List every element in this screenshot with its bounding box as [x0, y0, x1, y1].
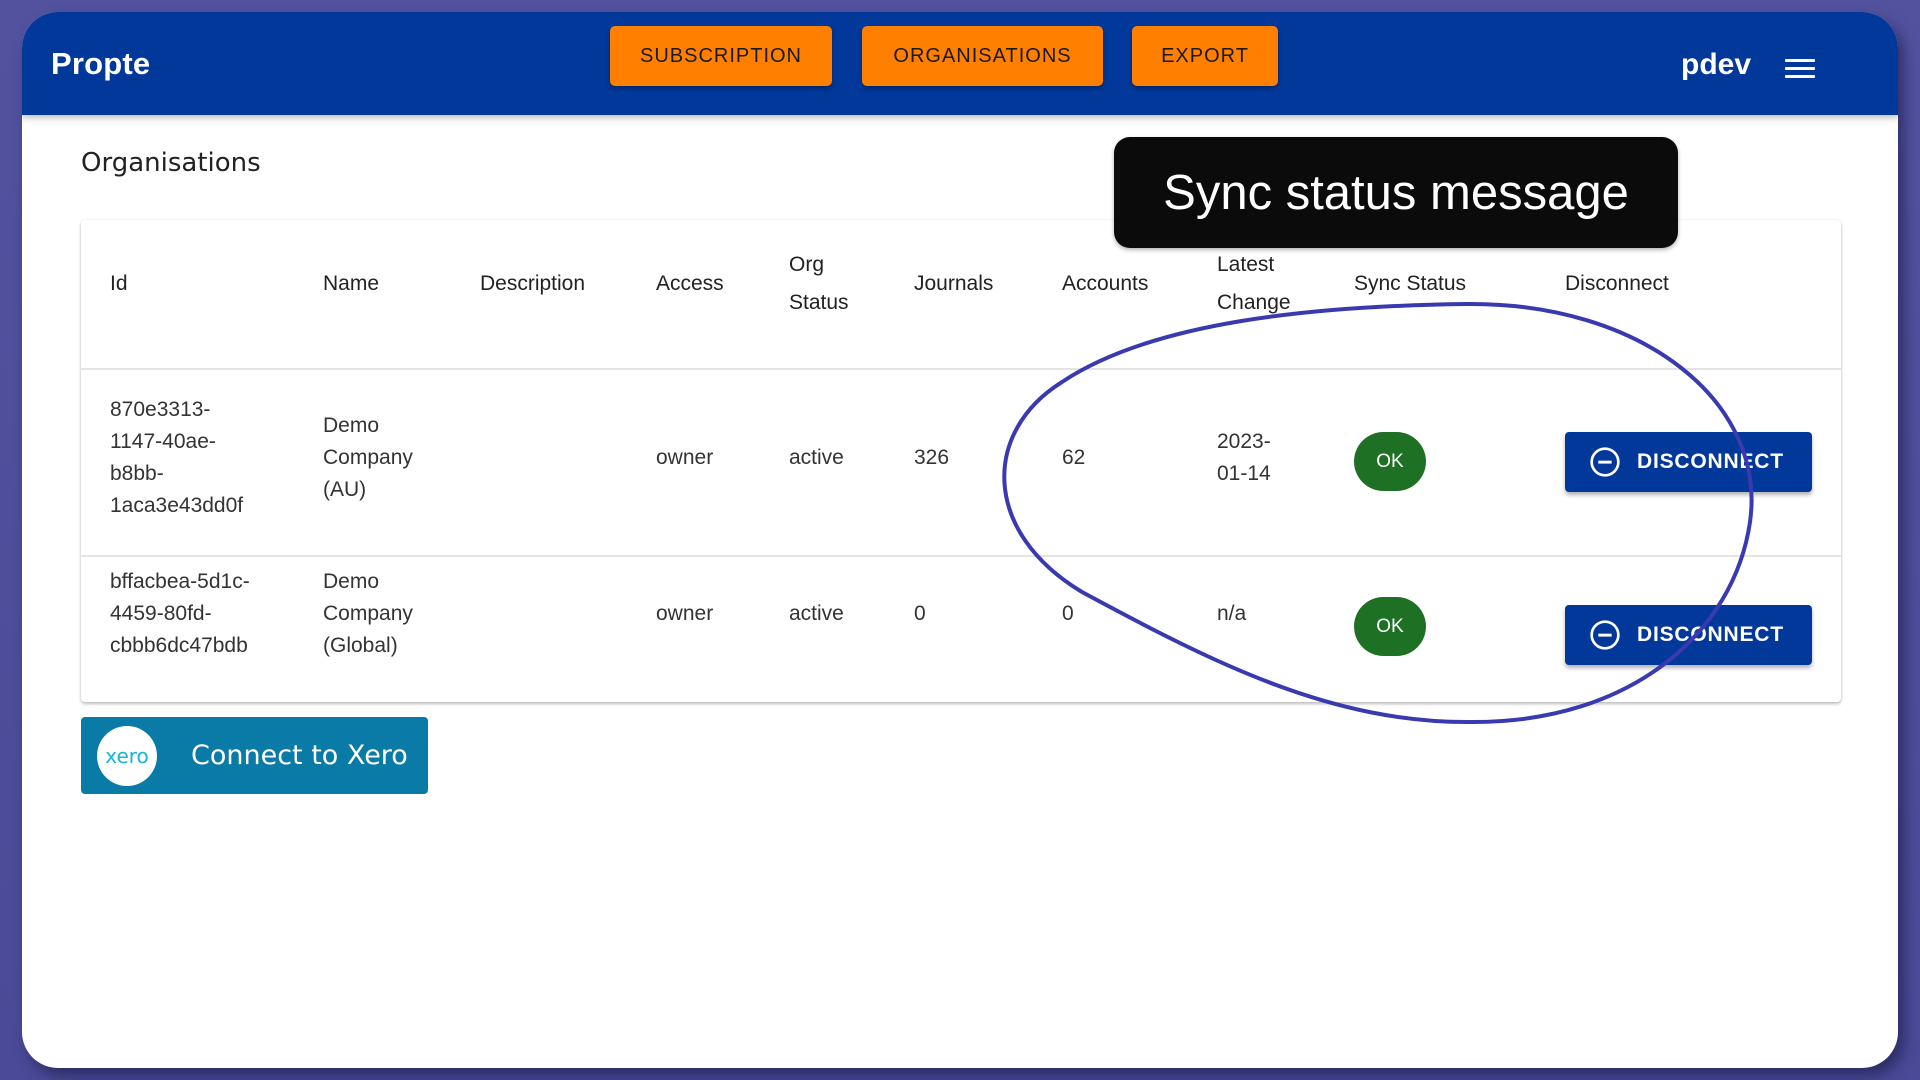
nav-export-button[interactable]: EXPORT [1132, 26, 1278, 86]
page-title: Organisations [81, 148, 261, 178]
cell-org-status: active [789, 602, 844, 625]
cell-name: Demo Company (Global) [323, 566, 413, 662]
disconnect-button[interactable]: DISCONNECT [1565, 605, 1812, 665]
header-name: Name [323, 272, 380, 295]
name-line: Company [323, 602, 413, 625]
id-line: cbbb6dc47bdb [110, 634, 248, 657]
app-window: Propte SUBSCRIPTION ORGANISATIONS EXPORT… [22, 12, 1898, 1068]
header-latest-change-line1: Latest [1217, 253, 1275, 276]
latest-change-line: n/a [1217, 602, 1247, 625]
cell-accounts: 0 [1062, 602, 1074, 625]
nav-subscription-button[interactable]: SUBSCRIPTION [610, 26, 832, 86]
organisations-table: Id Name Description Access Org Status Jo… [81, 220, 1841, 702]
cell-name: Demo Company (AU) [323, 410, 413, 506]
cell-access: owner [656, 446, 714, 469]
header-accounts: Accounts [1062, 272, 1149, 295]
hamburger-menu-icon[interactable] [1785, 59, 1815, 79]
header-latest-change-line2: Change [1217, 291, 1291, 314]
name-line: Demo [323, 570, 380, 593]
sync-status-tooltip: Sync status message [1114, 137, 1678, 248]
header-latest-change: Latest Change [1217, 246, 1291, 322]
cell-id: 870e3313- 1147-40ae- b8bb- 1aca3e43dd0f [110, 394, 243, 522]
app-bar: Propte SUBSCRIPTION ORGANISATIONS EXPORT… [22, 12, 1898, 115]
id-line: 870e3313- [110, 398, 211, 421]
cell-org-status: active [789, 446, 844, 469]
id-line: 1147-40ae- [110, 430, 216, 453]
cell-accounts: 62 [1062, 446, 1086, 469]
header-org-status: Org Status [789, 246, 849, 322]
name-line: Company [323, 446, 413, 469]
disconnect-label: DISCONNECT [1637, 623, 1784, 646]
header-access: Access [656, 272, 724, 295]
sync-status-badge[interactable]: OK [1354, 432, 1426, 491]
cell-journals: 326 [914, 446, 950, 469]
latest-change-line: 01-14 [1217, 462, 1271, 485]
id-line: bffacbea-5d1c- [110, 570, 250, 593]
cell-id: bffacbea-5d1c- 4459-80fd- cbbb6dc47bdb [110, 566, 250, 662]
header-divider [81, 368, 1841, 370]
header-description: Description [480, 272, 586, 295]
id-line: 1aca3e43dd0f [110, 494, 244, 517]
id-line: b8bb- [110, 462, 164, 485]
name-line: (AU) [323, 478, 367, 501]
header-org-status-line2: Status [789, 291, 849, 314]
cell-access: owner [656, 602, 714, 625]
cell-journals: 0 [914, 602, 926, 625]
latest-change-line: 2023- [1217, 430, 1271, 453]
cell-latest-change: n/a [1217, 598, 1246, 630]
disconnect-label: DISCONNECT [1637, 450, 1784, 473]
user-name[interactable]: pdev [1681, 48, 1751, 82]
sync-status-badge[interactable]: OK [1354, 597, 1426, 656]
connect-to-xero-button[interactable]: xero Connect to Xero [81, 717, 428, 794]
connect-to-xero-label: Connect to Xero [191, 740, 408, 771]
remove-circle-icon [1590, 447, 1620, 477]
header-disconnect: Disconnect [1565, 272, 1669, 295]
remove-circle-icon [1590, 620, 1620, 650]
disconnect-button[interactable]: DISCONNECT [1565, 432, 1812, 492]
xero-logo-icon: xero [97, 725, 157, 786]
name-line: (Global) [323, 634, 398, 657]
nav-organisations-button[interactable]: ORGANISATIONS [862, 26, 1103, 86]
name-line: Demo [323, 414, 380, 437]
id-line: 4459-80fd- [110, 602, 212, 625]
row-divider [81, 555, 1841, 557]
header-org-status-line1: Org [789, 253, 825, 276]
header-journals: Journals [914, 272, 994, 295]
cell-latest-change: 2023- 01-14 [1217, 426, 1271, 490]
header-sync-status: Sync Status [1354, 272, 1467, 295]
header-id: Id [110, 272, 128, 295]
brand-logo[interactable]: Propte [51, 46, 150, 82]
